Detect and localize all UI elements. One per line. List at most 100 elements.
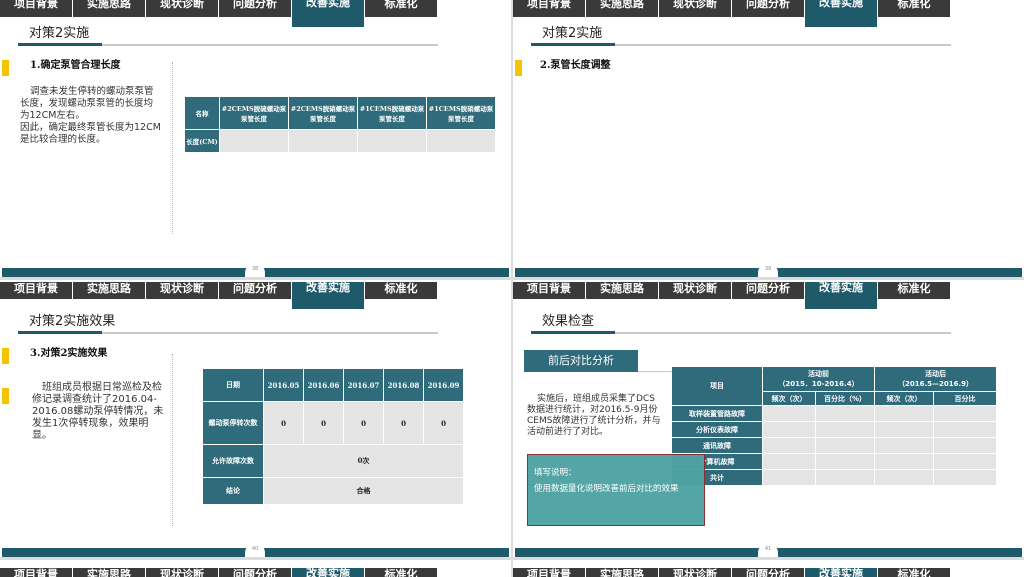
table-cell: 0次 bbox=[264, 445, 463, 477]
accent-bar bbox=[515, 60, 522, 76]
row-label: 通讯故障 bbox=[672, 438, 762, 453]
tab-status-diagnosis[interactable]: 现状诊断 bbox=[146, 0, 218, 17]
item-header: 项目 bbox=[672, 367, 762, 405]
tab-improvement[interactable]: 改善实施 bbox=[292, 568, 364, 577]
tab-problem-analysis[interactable]: 问题分析 bbox=[732, 282, 804, 299]
nav-bar: 项目背景 实施思路 现状诊断 问题分析 改善实施 标准化 bbox=[513, 568, 951, 577]
comparison-analysis-button: 前后对比分析 bbox=[524, 350, 948, 372]
nav-bar: 项目背景 实施思路 现状诊断 问题分析 改善实施 标准化 bbox=[0, 568, 438, 577]
slide-title: 对策2实施效果 bbox=[29, 314, 116, 329]
freq-header: 频次（次） bbox=[875, 392, 933, 405]
tab-improvement[interactable]: 改善实施 bbox=[805, 0, 877, 27]
date-header: 2016.06 bbox=[304, 369, 343, 401]
table-corner: 日期 bbox=[203, 369, 263, 401]
nav-bar: 项目背景 实施思路 现状诊断 问题分析 改善实施 标准化 bbox=[513, 282, 951, 309]
tab-implementation-idea[interactable]: 实施思路 bbox=[73, 0, 145, 17]
tab-standardization[interactable]: 标准化 bbox=[365, 282, 437, 299]
tab-improvement[interactable]: 改善实施 bbox=[805, 568, 877, 577]
page-number: 38 bbox=[245, 263, 265, 277]
table-header: #2CEMS脱硝螺动泵泵管长度 bbox=[289, 97, 357, 129]
tab-status-diagnosis[interactable]: 现状诊断 bbox=[659, 568, 731, 577]
subheading: 2.泵管长度调整 bbox=[540, 60, 611, 71]
tab-problem-analysis[interactable]: 问题分析 bbox=[732, 568, 804, 577]
title-underline bbox=[18, 331, 438, 334]
table-corner: 名称 bbox=[185, 97, 219, 129]
tab-status-diagnosis[interactable]: 现状诊断 bbox=[146, 282, 218, 299]
accent-bar bbox=[2, 60, 9, 76]
body-text: 实施后，班组成员采集了DCS数据进行统计，对2016.5-9月份CEMS故障进行… bbox=[527, 394, 661, 437]
tab-problem-analysis[interactable]: 问题分析 bbox=[219, 568, 291, 577]
tab-standardization[interactable]: 标准化 bbox=[365, 568, 437, 577]
slide-41: 项目背景 实施思路 现状诊断 问题分析 改善实施 标准化 效果检查 前后对比分析… bbox=[513, 280, 1024, 557]
row-label: 分析仪表故障 bbox=[672, 422, 762, 437]
nav-bar: 项目背景 实施思路 现状诊断 问题分析 改善实施 标准化 bbox=[513, 0, 951, 27]
freq-header: 频次（次） bbox=[763, 392, 815, 405]
body-text: 班组成员根据日常巡检及检修记录调查统计了2016.04-2016.08螺动泵停转… bbox=[32, 382, 164, 441]
page-number: 41 bbox=[758, 543, 778, 557]
tab-project-background[interactable]: 项目背景 bbox=[513, 282, 585, 299]
table-header: #1CEMS脱硫螺动泵泵管长度 bbox=[358, 97, 426, 129]
table-cell bbox=[220, 130, 288, 152]
pct-header: 百分比 bbox=[934, 392, 996, 405]
table-cell: 0 bbox=[344, 402, 383, 444]
title-underline bbox=[531, 331, 951, 334]
tab-project-background[interactable]: 项目背景 bbox=[0, 0, 72, 17]
slide-38: 项目背景 实施思路 现状诊断 问题分析 改善实施 标准化 对策2实施 1.确定泵… bbox=[0, 0, 511, 277]
button-label: 前后对比分析 bbox=[548, 354, 614, 367]
tab-project-background[interactable]: 项目背景 bbox=[0, 282, 72, 299]
table-cell bbox=[358, 130, 426, 152]
tab-status-diagnosis[interactable]: 现状诊断 bbox=[146, 568, 218, 577]
slide-title: 对策2实施 bbox=[542, 26, 603, 41]
tab-project-background[interactable]: 项目背景 bbox=[513, 568, 585, 577]
tab-status-diagnosis[interactable]: 现状诊断 bbox=[659, 282, 731, 299]
instruction-note: 填写说明： 使用数据量化说明改善前后对比的效果 bbox=[527, 454, 705, 526]
tab-status-diagnosis[interactable]: 现状诊断 bbox=[659, 0, 731, 17]
note-title: 填写说明： bbox=[534, 468, 577, 478]
table-header: #2CEMS脱硫螺动泵泵管长度 bbox=[220, 97, 288, 129]
table-cell bbox=[427, 130, 495, 152]
slide-40: 项目背景 实施思路 现状诊断 问题分析 改善实施 标准化 对策2实施效果 3.对… bbox=[0, 280, 511, 557]
date-header: 2016.08 bbox=[384, 369, 423, 401]
subheading: 1.确定泵管合理长度 bbox=[30, 60, 121, 71]
title-underline bbox=[531, 43, 951, 46]
after-header: 活动后 （2016.5—2016.9） bbox=[875, 367, 996, 391]
table-cell: 合格 bbox=[264, 478, 463, 504]
comparison-table: 项目 活动前 （2015．10-2016.4） 活动后 （2016.5—2016… bbox=[671, 366, 997, 486]
tab-implementation-idea[interactable]: 实施思路 bbox=[586, 0, 658, 17]
row-label: 允许故障次数 bbox=[203, 445, 263, 477]
table-header: #1CEMS脱硝螺动泵泵管长度 bbox=[427, 97, 495, 129]
tab-standardization[interactable]: 标准化 bbox=[878, 568, 950, 577]
row-label: 取样装置管路故障 bbox=[672, 406, 762, 421]
tab-improvement[interactable]: 改善实施 bbox=[805, 282, 877, 309]
tab-standardization[interactable]: 标准化 bbox=[365, 0, 437, 17]
tab-improvement[interactable]: 改善实施 bbox=[292, 282, 364, 309]
row-label: 结论 bbox=[203, 478, 263, 504]
table-cell: 0 bbox=[264, 402, 303, 444]
date-header: 2016.05 bbox=[264, 369, 303, 401]
tab-project-background[interactable]: 项目背景 bbox=[513, 0, 585, 17]
tab-implementation-idea[interactable]: 实施思路 bbox=[73, 282, 145, 299]
table-cell bbox=[289, 130, 357, 152]
tab-problem-analysis[interactable]: 问题分析 bbox=[219, 282, 291, 299]
table-cell: 0 bbox=[304, 402, 343, 444]
tab-project-background[interactable]: 项目背景 bbox=[0, 568, 72, 577]
subheading: 3.对策2实施效果 bbox=[30, 348, 108, 359]
tab-standardization[interactable]: 标准化 bbox=[878, 0, 950, 17]
tab-implementation-idea[interactable]: 实施思路 bbox=[586, 282, 658, 299]
length-table: 名称 #2CEMS脱硫螺动泵泵管长度 #2CEMS脱硝螺动泵泵管长度 #1CEM… bbox=[184, 96, 496, 153]
tab-standardization[interactable]: 标准化 bbox=[878, 282, 950, 299]
slide-39: 项目背景 实施思路 现状诊断 问题分析 改善实施 标准化 对策2实施 2.泵管长… bbox=[513, 0, 1024, 277]
nav-bar: 项目背景 实施思路 现状诊断 问题分析 改善实施 标准化 bbox=[0, 0, 438, 27]
table-cell: 0 bbox=[424, 402, 463, 444]
accent-bar bbox=[2, 388, 9, 404]
table-cell: 0 bbox=[384, 402, 423, 444]
row-label: 螺动泵停转次数 bbox=[203, 402, 263, 444]
row-label: 长度(CM) bbox=[185, 130, 219, 152]
tab-problem-analysis[interactable]: 问题分析 bbox=[732, 0, 804, 17]
slide-title: 效果检查 bbox=[542, 314, 595, 329]
tab-problem-analysis[interactable]: 问题分析 bbox=[219, 0, 291, 17]
tab-improvement[interactable]: 改善实施 bbox=[292, 0, 364, 27]
tab-implementation-idea[interactable]: 实施思路 bbox=[586, 568, 658, 577]
slide-title: 对策2实施 bbox=[29, 26, 90, 41]
tab-implementation-idea[interactable]: 实施思路 bbox=[73, 568, 145, 577]
